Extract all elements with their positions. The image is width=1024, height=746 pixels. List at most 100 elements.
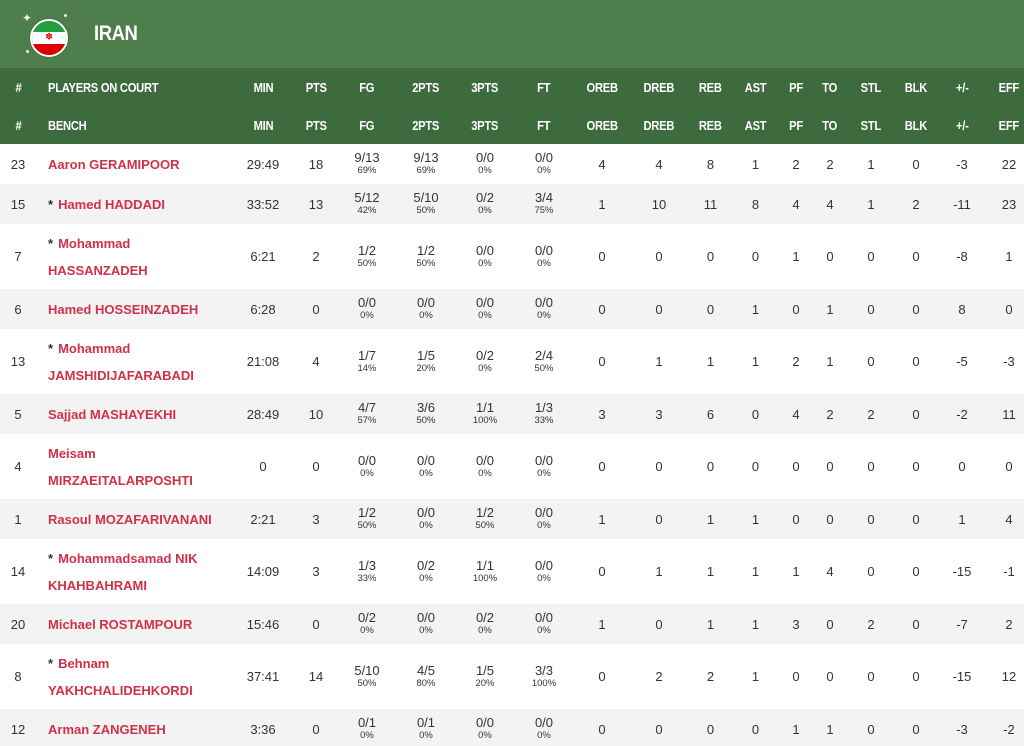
stat-ast: 1 xyxy=(751,564,760,579)
stat-ft: 0/0 0% xyxy=(520,224,568,289)
stat-ast: 8 xyxy=(751,196,760,212)
column-header-4[interactable]: FG xyxy=(332,106,402,144)
column-header-4[interactable]: FG xyxy=(332,68,402,106)
player-name-link[interactable]: * Mohammadsamad NIK xyxy=(48,545,220,572)
stat-reb: 8 xyxy=(706,156,715,172)
player-name-link[interactable]: KHAHBAHRAMI xyxy=(48,572,220,599)
column-header-on_court[interactable]: PLAYERS ON COURT xyxy=(36,68,226,106)
player-name-link[interactable]: MIRZAEITALARPOSHTI xyxy=(48,467,220,494)
stat-dreb: 2 xyxy=(655,669,663,684)
column-header-0[interactable]: # xyxy=(0,68,36,106)
column-header-2[interactable]: MIN xyxy=(226,106,300,144)
player-name-link[interactable]: * Mohammad xyxy=(48,230,220,257)
stat-eff: 0 xyxy=(1005,301,1013,317)
stat-dreb: 1 xyxy=(655,564,663,579)
column-header-5[interactable]: 2PTS xyxy=(402,106,450,144)
column-header-14[interactable]: STL xyxy=(840,68,902,106)
column-header-11[interactable]: AST xyxy=(739,68,772,106)
column-header-12[interactable]: PF xyxy=(772,68,820,106)
stat-p3-percentage: 100% xyxy=(472,415,498,426)
column-header-13[interactable]: TO xyxy=(820,68,840,106)
column-header-7[interactable]: FT xyxy=(520,106,568,144)
stat-dreb: 0 xyxy=(655,459,663,474)
player-name-cell: * Mohammad JAMSHIDIJAFARABADI xyxy=(36,329,226,394)
stat-blk: 0 xyxy=(912,669,920,684)
stat-fg: 1/2 50% xyxy=(332,224,402,289)
column-header-14[interactable]: STL xyxy=(840,106,902,144)
player-name-link[interactable]: Sajjad MASHAYEKHI xyxy=(48,401,220,428)
player-name-link[interactable]: Michael ROSTAMPOUR xyxy=(48,611,220,638)
column-header-12[interactable]: PF xyxy=(772,106,820,144)
sparkle-dot-icon xyxy=(26,50,29,53)
stat-p2-made-attempted: 0/0 xyxy=(416,295,436,310)
player-name-link[interactable]: Meisam xyxy=(48,440,220,467)
stat-ast: 0 xyxy=(751,459,760,474)
stat-fg: 1/2 50% xyxy=(332,499,402,539)
player-name-link[interactable]: HASSANZADEH xyxy=(48,257,220,284)
stat-blk: 0 xyxy=(912,459,920,474)
column-header-10[interactable]: REB xyxy=(682,106,739,144)
table-row: 5 Sajjad MASHAYEKHI 28:49 10 4/7 57% 3/6 50% 1/1… xyxy=(0,394,1024,434)
stat-p3: 0/0 0% xyxy=(450,434,520,499)
stat-to: 1 xyxy=(826,301,834,317)
column-header-16[interactable]: +/- xyxy=(930,68,994,106)
stat-stl: 0 xyxy=(867,459,875,474)
column-header-16[interactable]: +/- xyxy=(930,106,994,144)
column-header-9[interactable]: DREB xyxy=(636,106,682,144)
column-header-17[interactable]: EFF xyxy=(994,68,1024,106)
stat-blk: 2 xyxy=(912,196,920,212)
player-number: 6 xyxy=(14,301,22,317)
column-header-15[interactable]: BLK xyxy=(902,106,930,144)
stat-p3-made-attempted: 1/1 xyxy=(475,557,495,573)
column-header-9[interactable]: DREB xyxy=(636,68,682,106)
stat-p2-made-attempted: 1/2 xyxy=(416,242,436,258)
column-header-6[interactable]: 3PTS xyxy=(450,68,520,106)
sparkle-dot-icon xyxy=(64,14,67,17)
column-header-15[interactable]: BLK xyxy=(902,68,930,106)
column-header-10[interactable]: REB xyxy=(682,68,739,106)
stat-pm: -5 xyxy=(956,354,968,369)
column-header-2[interactable]: MIN xyxy=(226,68,300,106)
player-name-link[interactable]: YAKHCHALIDEHKORDI xyxy=(48,677,220,704)
column-header-3[interactable]: PTS xyxy=(300,68,332,106)
player-name-link[interactable]: JAMSHIDIJAFARABADI xyxy=(48,362,220,389)
column-header-17[interactable]: EFF xyxy=(994,106,1024,144)
player-name-link[interactable]: * Mohammad xyxy=(48,335,220,362)
player-number: 8 xyxy=(14,669,22,684)
column-header-8[interactable]: OREB xyxy=(568,68,636,106)
player-name-text: YAKHCHALIDEHKORDI xyxy=(48,682,193,698)
column-header-6[interactable]: 3PTS xyxy=(450,106,520,144)
column-header-0[interactable]: # xyxy=(0,106,36,144)
stat-p2-percentage: 0% xyxy=(419,572,433,584)
stat-stl: 2 xyxy=(867,616,875,632)
stat-p3-made-attempted: 0/0 xyxy=(475,295,495,310)
stat-ft-made-attempted: 0/0 xyxy=(534,610,554,625)
stat-eff: 1 xyxy=(1005,249,1013,264)
stat-p3-made-attempted: 0/2 xyxy=(475,190,495,205)
column-header-11[interactable]: AST xyxy=(739,106,772,144)
stat-p3: 0/0 0% xyxy=(450,289,520,329)
column-header-8[interactable]: OREB xyxy=(568,106,636,144)
column-header-13[interactable]: TO xyxy=(820,106,840,144)
stat-p2: 1/2 50% xyxy=(402,224,450,289)
player-name-link[interactable]: Rasoul MOZAFARIVANANI xyxy=(48,506,220,533)
column-header-5[interactable]: 2PTS xyxy=(402,68,450,106)
player-name-text: Sajjad MASHAYEKHI xyxy=(48,406,177,422)
player-name-link[interactable]: * Hamed HADDADI xyxy=(48,191,220,218)
player-name-link[interactable]: Arman ZANGENEH xyxy=(48,716,220,743)
player-name-link[interactable]: Aaron GERAMIPOOR xyxy=(48,151,220,178)
player-name-link[interactable]: * Behnam xyxy=(48,650,220,677)
stat-pts: 3 xyxy=(312,564,320,579)
stat-p2: 5/10 50% xyxy=(402,184,450,224)
stat-dreb: 3 xyxy=(655,406,663,422)
player-name-link[interactable]: Hamed HOSSEINZADEH xyxy=(48,296,220,323)
stat-ft-percentage: 0% xyxy=(537,467,551,479)
column-header-7[interactable]: FT xyxy=(520,68,568,106)
column-header-bench[interactable]: BENCH xyxy=(36,106,226,144)
column-header-3[interactable]: PTS xyxy=(300,106,332,144)
header-row-on-court: # PLAYERS ON COURT MIN PTS FG 2PTS 3PTS FT OREB D… xyxy=(0,68,1024,106)
stat-to: 4 xyxy=(826,564,834,579)
stat-fg-percentage: 0% xyxy=(360,310,374,321)
stat-pm: 1 xyxy=(958,511,966,527)
team-flag[interactable]: ✦ ✽ xyxy=(20,12,72,58)
